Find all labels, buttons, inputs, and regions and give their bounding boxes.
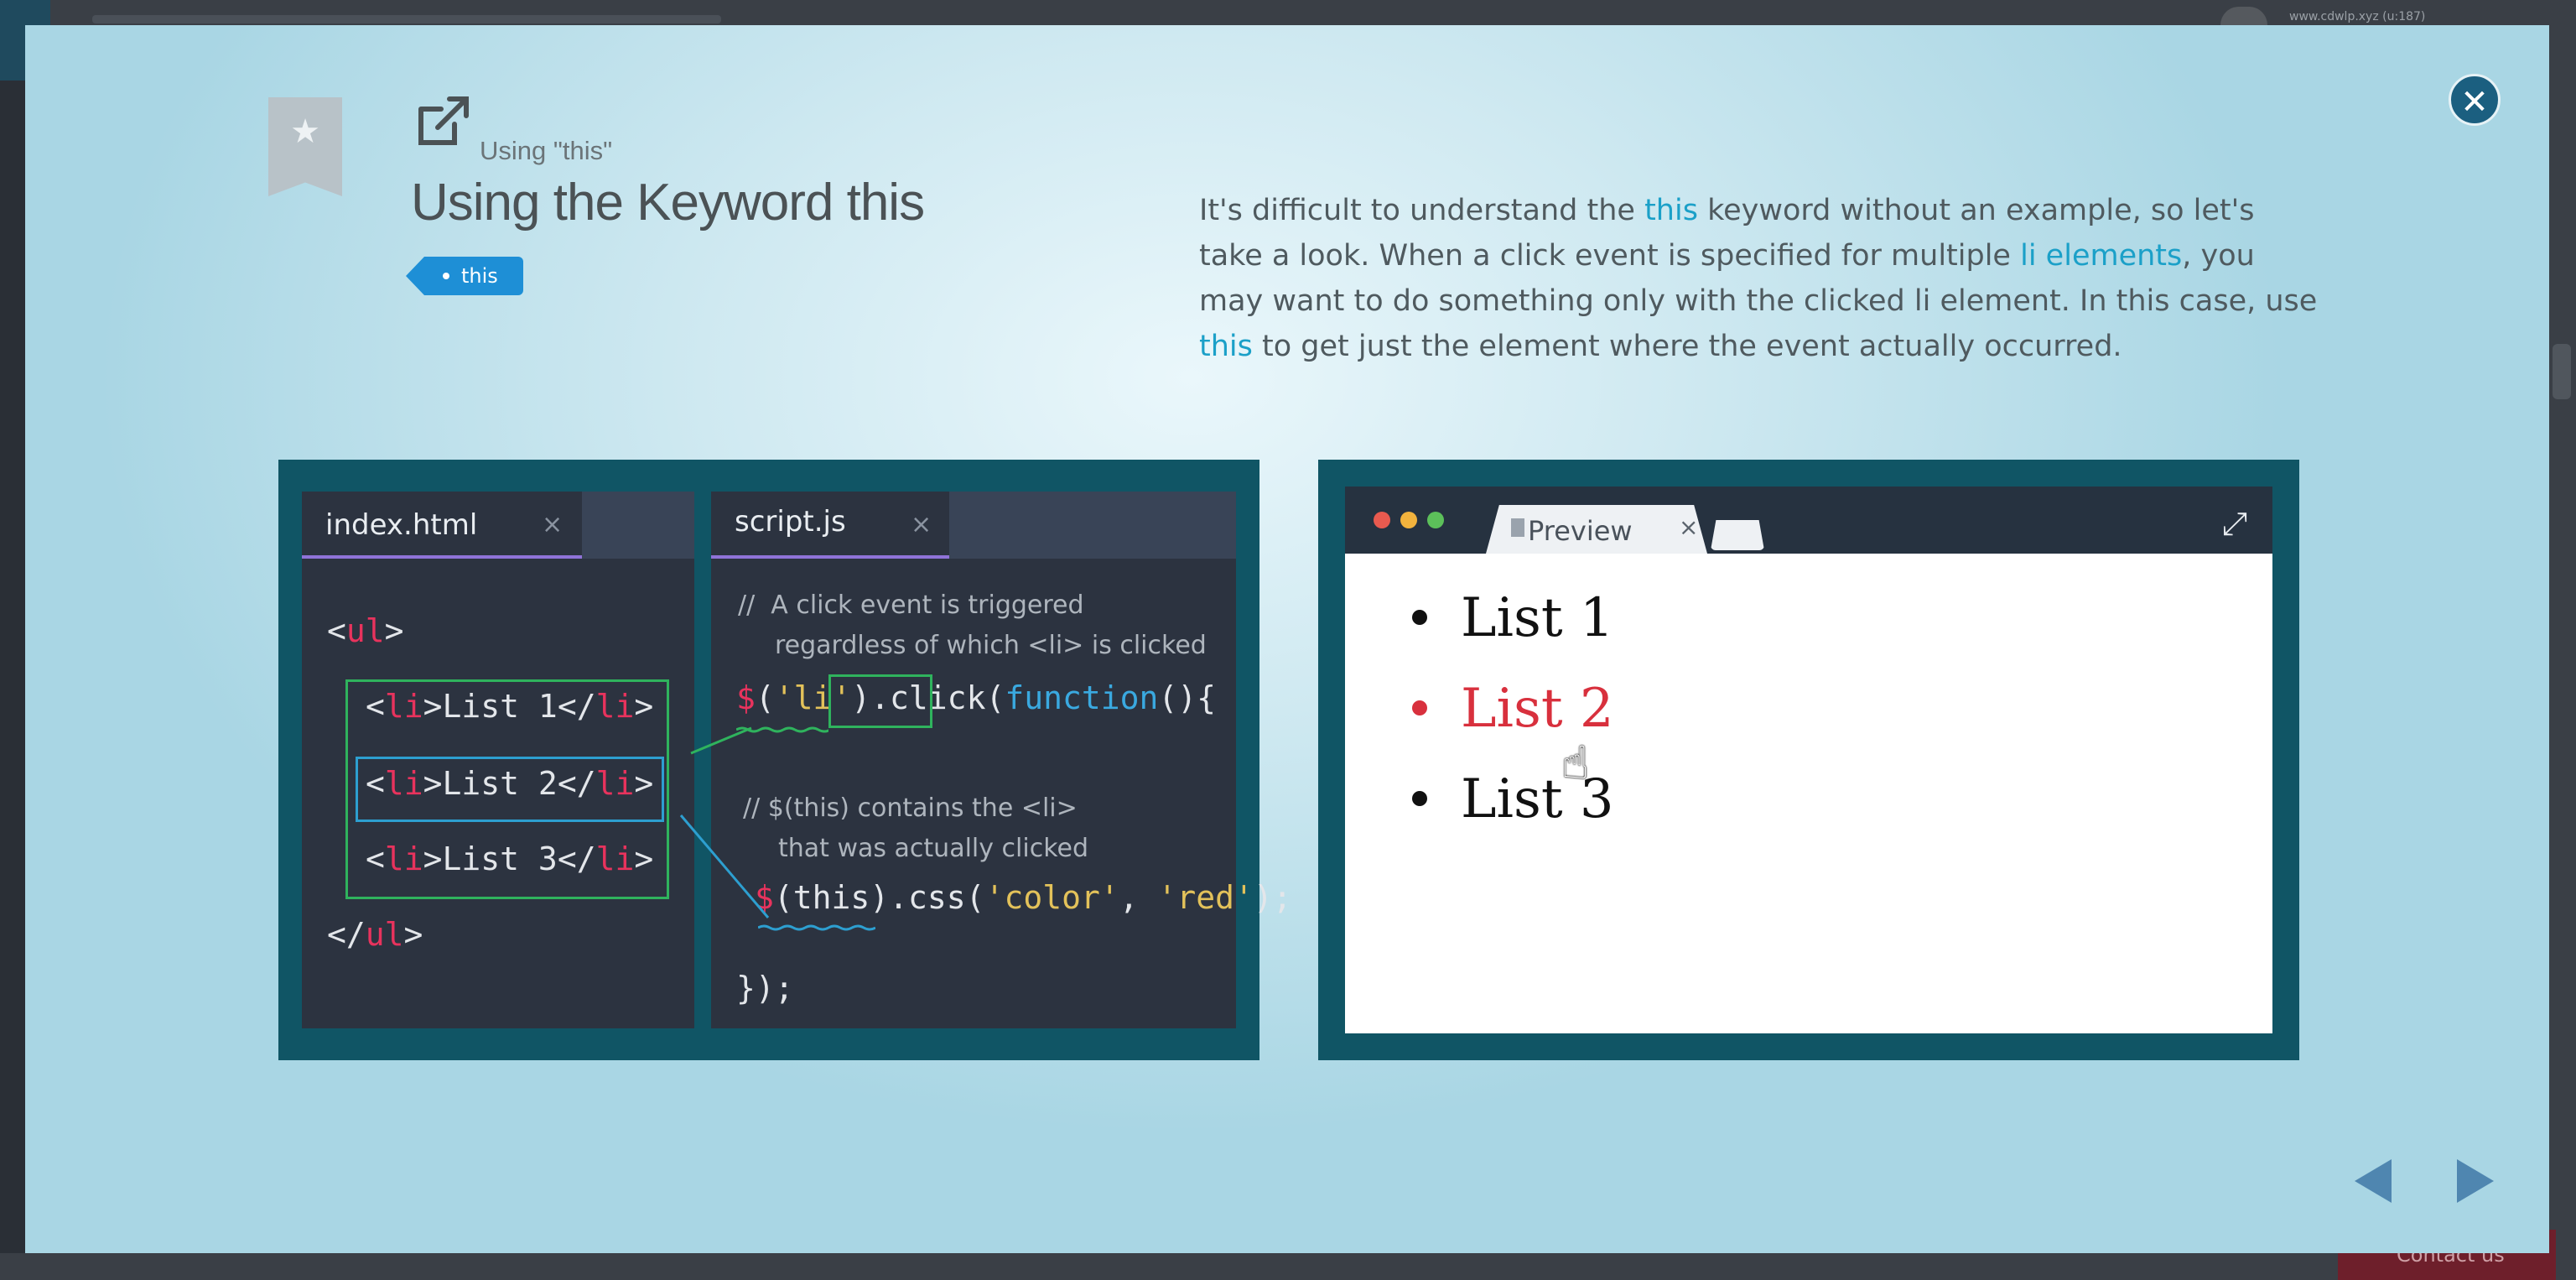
clicked-li-highlight — [356, 757, 664, 822]
window-minimize-dot[interactable] — [1400, 512, 1417, 528]
lesson-subtitle: Using "this" — [480, 136, 613, 165]
preview-browser: Preview × ⤢ List 1 List 2 List 3 — [1345, 487, 2272, 1033]
code-comment-1b: regardless of which <li> is clicked — [775, 631, 1207, 660]
code-comment-2a: // $(this) contains the <li> — [743, 793, 1078, 823]
preview-tab-close-icon[interactable]: × — [1679, 513, 1698, 541]
background-url: www.cdwlp.xyz (u:187) — [2289, 10, 2426, 23]
new-tab-button[interactable] — [1711, 520, 1764, 550]
bullet — [1412, 790, 1427, 806]
code-ul-open: <ul> — [327, 612, 404, 649]
html-editor: index.html × <ul> <li>List 1</li> <li>Li… — [302, 492, 694, 1028]
background-scrollbar — [2549, 25, 2576, 1253]
tab-close-icon[interactable]: × — [542, 510, 563, 539]
keyword-tag[interactable]: this — [406, 257, 523, 295]
keyword-highlight: this — [1199, 330, 1253, 363]
background-scrollbar-thumb — [2553, 344, 2571, 399]
description-text: to get just the element where the event … — [1252, 330, 2122, 363]
squiggle-underline — [736, 726, 828, 733]
tab-index-html[interactable]: index.html × — [302, 492, 582, 559]
code-click-line: $('li').click(function(){ — [736, 679, 1216, 716]
window-close-dot[interactable] — [1374, 512, 1390, 528]
js-editor: script.js × // A click event is triggere… — [711, 492, 1292, 1028]
bullet — [1412, 609, 1427, 625]
preview-list: List 1 List 2 List 3 — [1345, 554, 2272, 1033]
hand-cursor-icon: ☝ — [1561, 736, 1589, 789]
browser-toolbar: Preview × ⤢ — [1345, 487, 2272, 554]
click-method-highlight — [828, 674, 932, 728]
document-icon — [1511, 518, 1524, 537]
tab-preview[interactable]: Preview × — [1486, 505, 1707, 554]
list-item[interactable]: List 1 — [1412, 587, 1614, 649]
bookmark-icon[interactable]: ★ — [268, 97, 342, 196]
lesson-modal: ✕ ★ Using "this" Using the Keyword this … — [25, 25, 2549, 1253]
preview-illustration: Preview × ⤢ List 1 List 2 List 3 — [1318, 460, 2299, 1060]
code-ul-close: </ul> — [327, 916, 423, 953]
window-maximize-dot[interactable] — [1427, 512, 1444, 528]
bullet — [1412, 700, 1427, 715]
expand-icon[interactable]: ⤢ — [2222, 505, 2247, 543]
background-footer — [0, 1253, 2576, 1280]
tab-script-js[interactable]: script.js × — [711, 492, 949, 559]
tag-dot-icon — [443, 273, 449, 279]
code-comment-2b: that was actually clicked — [778, 834, 1089, 863]
description-text: It's difficult to understand the — [1199, 194, 1645, 227]
tab-label: index.html — [325, 508, 478, 542]
background-search-bar — [92, 15, 721, 23]
code-comment-1a: // A click event is triggered — [738, 591, 1084, 620]
lesson-title: Using the Keyword this — [411, 174, 925, 232]
star-icon: ★ — [290, 112, 320, 151]
squiggle-underline — [758, 924, 875, 931]
close-icon[interactable]: ✕ — [2449, 74, 2501, 126]
keyword-tag-label: this — [461, 264, 498, 288]
tab-close-icon[interactable]: × — [911, 510, 932, 539]
preview-tab-label: Preview — [1528, 515, 1633, 547]
tab-label: script.js — [735, 505, 846, 539]
lesson-description: It's difficult to understand the this ke… — [1199, 188, 2323, 369]
next-arrow-icon[interactable] — [2457, 1159, 2494, 1203]
list-item-clicked[interactable]: List 2 — [1412, 678, 1614, 740]
code-end-line: }); — [736, 970, 794, 1007]
prev-arrow-icon[interactable] — [2355, 1159, 2392, 1203]
code-css-line: $(this).css('color', 'red'); — [755, 879, 1292, 916]
keyword-highlight: li elements — [2020, 239, 2183, 273]
external-link-icon[interactable] — [413, 91, 473, 151]
code-illustration: index.html × <ul> <li>List 1</li> <li>Li… — [278, 460, 1292, 1060]
keyword-highlight: this — [1644, 194, 1698, 227]
